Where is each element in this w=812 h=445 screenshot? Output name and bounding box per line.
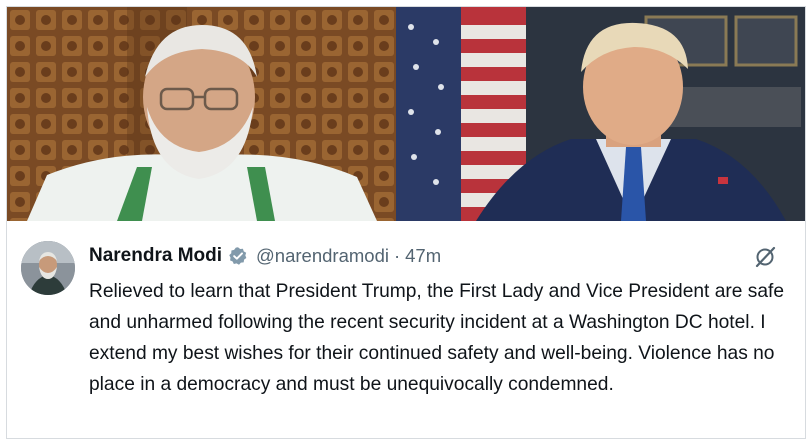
author-name[interactable]: Narendra Modi	[89, 245, 222, 267]
tweet-header: Narendra Modi @narendramodi · 47m	[89, 243, 441, 269]
photo-collage	[7, 7, 805, 221]
tweet-text: Relieved to learn that President Trump, …	[89, 281, 785, 395]
author-handle[interactable]: @narendramodi	[256, 245, 389, 267]
tweet-card: Narendra Modi @narendramodi · 47m Reliev…	[7, 221, 805, 438]
verified-badge-icon	[228, 246, 248, 266]
timestamp[interactable]: 47m	[405, 245, 441, 267]
photo-right-portrait	[396, 7, 805, 221]
news-graphic: Narendra Modi @narendramodi · 47m Reliev…	[6, 6, 806, 439]
grok-slash-icon[interactable]	[753, 245, 777, 269]
avatar[interactable]	[21, 241, 75, 295]
separator-dot: ·	[393, 245, 401, 266]
photo-left-portrait	[7, 7, 396, 221]
avatar-image	[21, 241, 75, 295]
